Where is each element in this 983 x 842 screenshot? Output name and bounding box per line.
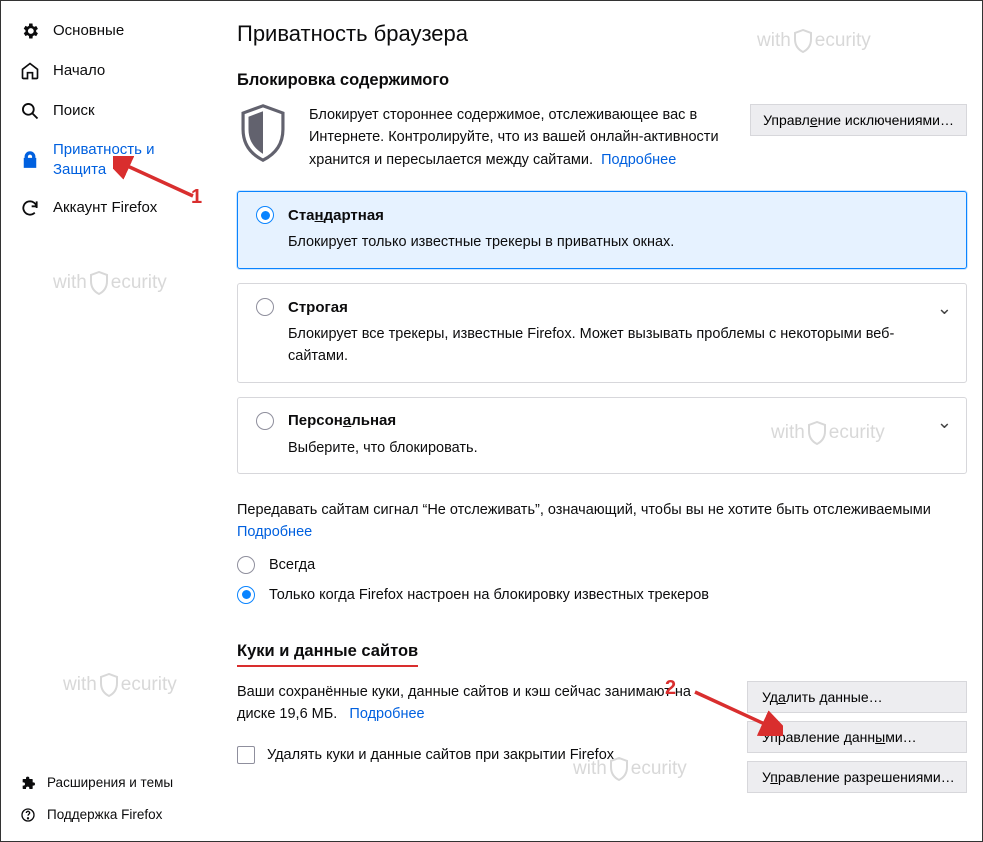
sidebar-label: Аккаунт Firefox <box>53 198 157 218</box>
radio-standard[interactable] <box>256 206 274 224</box>
manage-data-button[interactable]: Управление данными… <box>747 721 967 753</box>
sidebar-label: Основные <box>53 21 124 41</box>
main-panel: Приватность браузера Блокировка содержим… <box>215 1 982 841</box>
clear-data-button[interactable]: Удалить данные… <box>747 681 967 713</box>
sidebar-label: Расширения и темы <box>47 774 173 792</box>
sidebar-item-addons[interactable]: Расширения и темы <box>1 767 215 799</box>
learn-more-link[interactable]: Подробнее <box>601 152 676 168</box>
learn-more-link[interactable]: Подробнее <box>237 524 312 540</box>
option-strict[interactable]: ⌄ Строгая Блокирует все трекеры, известн… <box>237 283 967 383</box>
sidebar-item-privacy[interactable]: Приватность и Защита <box>1 131 215 188</box>
sidebar-label: Поддержка Firefox <box>47 806 162 824</box>
dnt-description: Передавать сайтам сигнал “Не отслеживать… <box>237 500 967 544</box>
option-desc: Выберите, что блокировать. <box>256 438 948 460</box>
option-custom[interactable]: ⌄ Персональная Выберите, что блокировать… <box>237 397 967 475</box>
dnt-option-always[interactable]: Всегда <box>237 556 967 574</box>
sidebar-item-support[interactable]: Поддержка Firefox <box>1 799 215 831</box>
search-icon <box>19 100 41 122</box>
home-icon <box>19 60 41 82</box>
annotation-number-1: 1 <box>191 186 202 209</box>
dnt-option-onlywhen[interactable]: Только когда Firefox настроен на блокиро… <box>237 586 967 604</box>
sidebar-label: Поиск <box>53 101 95 121</box>
option-title: Стандартная <box>288 207 384 224</box>
question-icon <box>19 806 37 824</box>
manage-exceptions-button[interactable]: Управление исключениями… <box>750 104 967 136</box>
option-standard[interactable]: Стандартная Блокирует только известные т… <box>237 191 967 269</box>
sync-icon <box>19 197 41 219</box>
content-blocking-heading: Блокировка содержимого <box>237 71 967 90</box>
option-title: Персональная <box>288 412 396 429</box>
option-desc: Блокирует все трекеры, известные Firefox… <box>256 324 948 368</box>
lock-icon <box>19 149 41 171</box>
radio-onlywhen[interactable] <box>237 586 255 604</box>
gear-icon <box>19 20 41 42</box>
puzzle-icon <box>19 774 37 792</box>
sidebar: Основные Начало Поиск Приватность и Защи… <box>1 1 215 841</box>
page-title: Приватность браузера <box>237 21 967 47</box>
learn-more-link[interactable]: Подробнее <box>349 706 424 722</box>
sidebar-item-account[interactable]: Аккаунт Firefox <box>1 188 215 228</box>
shield-icon <box>237 104 293 165</box>
sidebar-item-general[interactable]: Основные <box>1 11 215 51</box>
radio-custom[interactable] <box>256 412 274 430</box>
sidebar-label: Приватность и Защита <box>53 140 205 179</box>
clear-on-close-row[interactable]: Удалять куки и данные сайтов при закрыти… <box>237 744 727 766</box>
radio-always[interactable] <box>237 556 255 574</box>
annotation-number-2: 2 <box>665 677 676 700</box>
chevron-down-icon[interactable]: ⌄ <box>937 298 952 319</box>
manage-permissions-button[interactable]: Управление разрешениями… <box>747 761 967 793</box>
chevron-down-icon[interactable]: ⌄ <box>937 412 952 433</box>
content-blocking-description: Блокирует стороннее содержимое, отслежив… <box>309 104 750 171</box>
sidebar-label: Начало <box>53 61 105 81</box>
option-desc: Блокирует только известные трекеры в при… <box>256 232 948 254</box>
radio-strict[interactable] <box>256 298 274 316</box>
clear-on-close-checkbox[interactable] <box>237 746 255 764</box>
sidebar-item-search[interactable]: Поиск <box>1 91 215 131</box>
option-title: Строгая <box>288 299 348 316</box>
cookies-heading: Куки и данные сайтов <box>237 642 418 667</box>
sidebar-item-home[interactable]: Начало <box>1 51 215 91</box>
cookies-description: Ваши сохранённые куки, данные сайтов и к… <box>237 681 727 726</box>
